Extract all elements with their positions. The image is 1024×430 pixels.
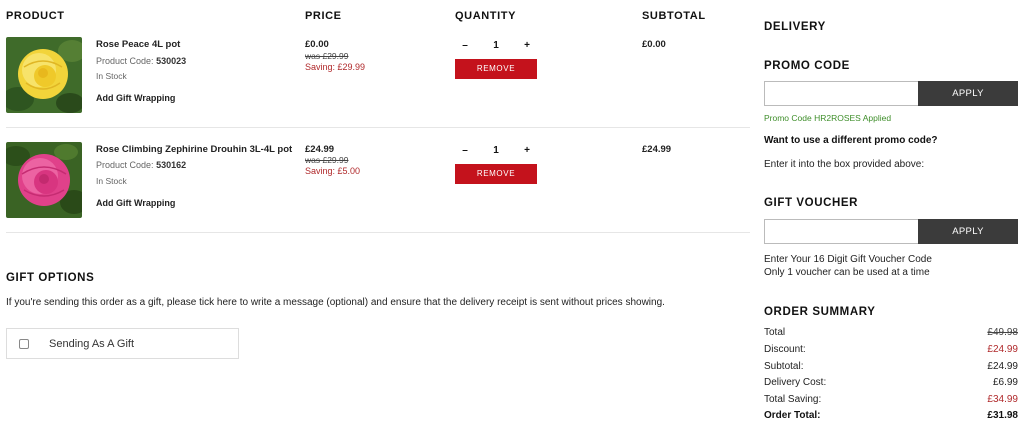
stock-status: In Stock (96, 71, 127, 81)
promo-applied-message: Promo Code HR2ROSES Applied (764, 113, 892, 123)
gift-options-text: If you're sending this order as a gift, … (6, 297, 665, 308)
summary-value: £34.99 (987, 394, 1018, 405)
quantity-value[interactable]: 1 (486, 40, 506, 51)
gift-checkbox-label[interactable]: Sending As A Gift (49, 338, 134, 350)
product-code-value: 530162 (156, 160, 187, 170)
remove-button[interactable]: REMOVE (455, 59, 537, 79)
price-was: was £29.99 (305, 51, 349, 61)
product-image[interactable] (6, 37, 82, 113)
price-saving: Saving: £29.99 (305, 62, 366, 72)
promo-question: Want to use a different promo code? (764, 135, 938, 146)
promo-code-input[interactable] (764, 81, 918, 106)
voucher-apply-button[interactable]: APPLY (918, 219, 1018, 244)
product-code-label: Product Code: (96, 160, 154, 170)
summary-row-discount: Discount: £24.99 (764, 344, 1018, 355)
gift-option-box[interactable]: Sending As A Gift (6, 328, 239, 359)
price-was: was £29.99 (305, 155, 349, 165)
gift-options-title: GIFT OPTIONS (6, 272, 95, 284)
voucher-code-input[interactable] (764, 219, 918, 244)
quantity-stepper: – 1 + (455, 40, 537, 51)
summary-label: Total (764, 327, 786, 338)
summary-value: £6.99 (992, 377, 1018, 388)
promo-input-row: APPLY (764, 81, 1018, 106)
voucher-hint-1: Enter Your 16 Digit Gift Voucher Code (764, 254, 932, 265)
cart-item: Rose Climbing Zephirine Drouhin 3L-4L po… (6, 142, 750, 222)
summary-value: £31.98 (987, 410, 1018, 421)
product-code-value: 530023 (156, 56, 187, 66)
price-current: £24.99 (305, 144, 335, 155)
voucher-hint-2: Only 1 voucher can be used at a time (764, 267, 930, 278)
summary-row-delivery: Delivery Cost: £6.99 (764, 377, 1018, 388)
promo-section: PROMO CODE (764, 60, 1018, 72)
header-subtotal: SUBTOTAL (642, 10, 706, 22)
product-name[interactable]: Rose Peace 4L pot (96, 39, 180, 50)
quantity-minus-button[interactable]: – (455, 145, 475, 156)
item-divider (6, 232, 750, 233)
quantity-value[interactable]: 1 (486, 145, 506, 156)
quantity-plus-button[interactable]: + (517, 145, 537, 156)
add-gift-wrapping-link[interactable]: Add Gift Wrapping (96, 93, 175, 103)
summary-row-total: Total £49.98 (764, 327, 1018, 338)
promo-apply-button[interactable]: APPLY (918, 81, 1018, 106)
summary-label: Delivery Cost: (764, 377, 827, 388)
product-name[interactable]: Rose Climbing Zephirine Drouhin 3L-4L po… (96, 144, 292, 155)
product-code: Product Code: 530023 (96, 56, 186, 66)
cart-item: Rose Peace 4L pot Product Code: 530023 I… (6, 37, 750, 117)
summary-label: Subtotal: (764, 361, 804, 372)
voucher-input-row: APPLY (764, 219, 1018, 244)
summary-value: £24.99 (987, 361, 1018, 372)
summary-label: Order Total: (764, 410, 821, 421)
stock-status: In Stock (96, 176, 127, 186)
item-divider (6, 127, 750, 128)
remove-button[interactable]: REMOVE (455, 164, 537, 184)
summary-value: £49.98 (987, 327, 1018, 338)
order-summary-title: ORDER SUMMARY (764, 306, 876, 318)
header-product: PRODUCT (6, 10, 65, 22)
quantity-stepper: – 1 + (455, 145, 537, 156)
product-code-label: Product Code: (96, 56, 154, 66)
product-image[interactable] (6, 142, 82, 218)
promo-hint: Enter it into the box provided above: (764, 159, 925, 170)
header-price: PRICE (305, 10, 342, 22)
summary-value: £24.99 (987, 344, 1018, 355)
summary-label: Discount: (764, 344, 806, 355)
gift-checkbox[interactable] (19, 338, 29, 349)
order-summary: ORDER SUMMARY (764, 306, 1018, 318)
item-subtotal: £24.99 (642, 144, 672, 155)
summary-row-order-total: Order Total: £31.98 (764, 410, 1018, 421)
price-current: £0.00 (305, 39, 329, 50)
summary-row-subtotal: Subtotal: £24.99 (764, 361, 1018, 372)
quantity-plus-button[interactable]: + (517, 40, 537, 51)
price-saving: Saving: £5.00 (305, 166, 361, 176)
quantity-minus-button[interactable]: – (455, 40, 475, 51)
delivery-title[interactable]: DELIVERY (764, 21, 1018, 33)
summary-row-saving: Total Saving: £34.99 (764, 394, 1018, 405)
product-code: Product Code: 530162 (96, 160, 186, 170)
item-subtotal: £0.00 (642, 39, 666, 50)
promo-title: PROMO CODE (764, 60, 850, 72)
delivery-section: DELIVERY (764, 21, 1018, 33)
voucher-title: GIFT VOUCHER (764, 197, 859, 209)
summary-label: Total Saving: (764, 394, 822, 405)
add-gift-wrapping-link[interactable]: Add Gift Wrapping (96, 198, 175, 208)
voucher-section: GIFT VOUCHER (764, 197, 1018, 209)
header-quantity: QUANTITY (455, 10, 517, 22)
